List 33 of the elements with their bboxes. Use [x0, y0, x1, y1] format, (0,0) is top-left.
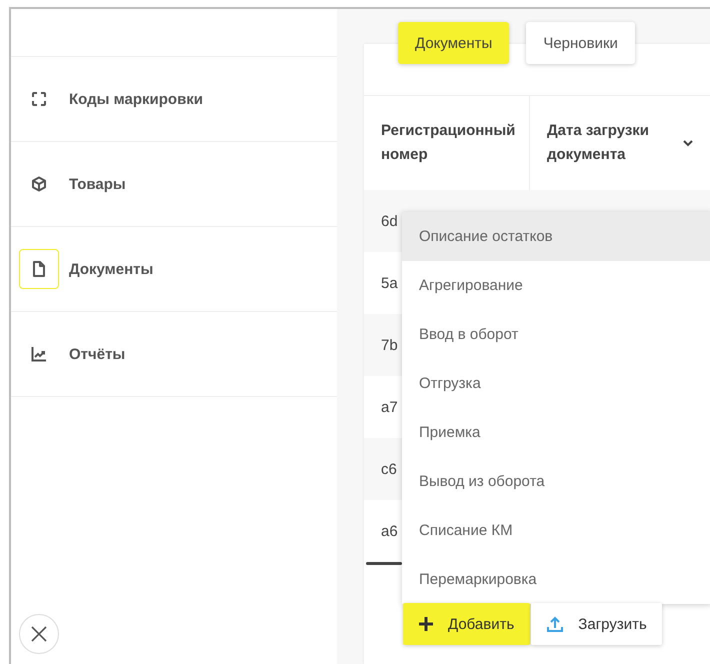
- menu-item[interactable]: Агрегирование: [402, 261, 710, 310]
- sidebar-item[interactable]: Документы: [69, 260, 154, 278]
- menu-item[interactable]: Списание КМ: [402, 506, 710, 555]
- menu-item[interactable]: Ввод в оборот: [402, 310, 710, 359]
- column-header: Дата загрузки документа: [547, 121, 650, 165]
- table-cell: a7: [381, 398, 398, 416]
- menu-item[interactable]: Описание остатков: [402, 212, 710, 261]
- table-cell: a6: [381, 522, 398, 540]
- plus-icon: [418, 616, 434, 632]
- cube-icon: [31, 176, 47, 192]
- table-cell: 6d: [381, 212, 398, 230]
- scrollbar-thumb[interactable]: [366, 562, 402, 565]
- menu-item[interactable]: Отгрузка: [402, 359, 710, 408]
- tab[interactable]: Документы: [398, 22, 510, 64]
- sidebar-item[interactable]: Товары: [69, 176, 126, 192]
- sidebar-item[interactable]: Коды маркировки: [69, 90, 204, 108]
- upload-button[interactable]: Загрузить: [531, 603, 662, 645]
- sidebar-item[interactable]: Отчёты: [69, 346, 126, 362]
- add-button[interactable]: Добавить: [403, 603, 530, 645]
- scan-frame-icon: [31, 91, 47, 107]
- menu-item[interactable]: Перемаркировка: [402, 555, 710, 604]
- document-icon: [32, 261, 46, 277]
- upload-icon: [546, 615, 564, 633]
- close-icon: [31, 626, 47, 642]
- close-button[interactable]: [19, 614, 59, 654]
- table-cell: c6: [381, 460, 397, 478]
- menu-item[interactable]: Приемка: [402, 408, 710, 457]
- table-cell: 7b: [381, 336, 398, 354]
- table-cell: 5a: [381, 274, 398, 292]
- line-chart-icon: [31, 346, 47, 362]
- chevron-down-icon[interactable]: [683, 140, 693, 146]
- menu-item[interactable]: Вывод из оборота: [402, 457, 710, 506]
- tab[interactable]: Черновики: [526, 22, 635, 64]
